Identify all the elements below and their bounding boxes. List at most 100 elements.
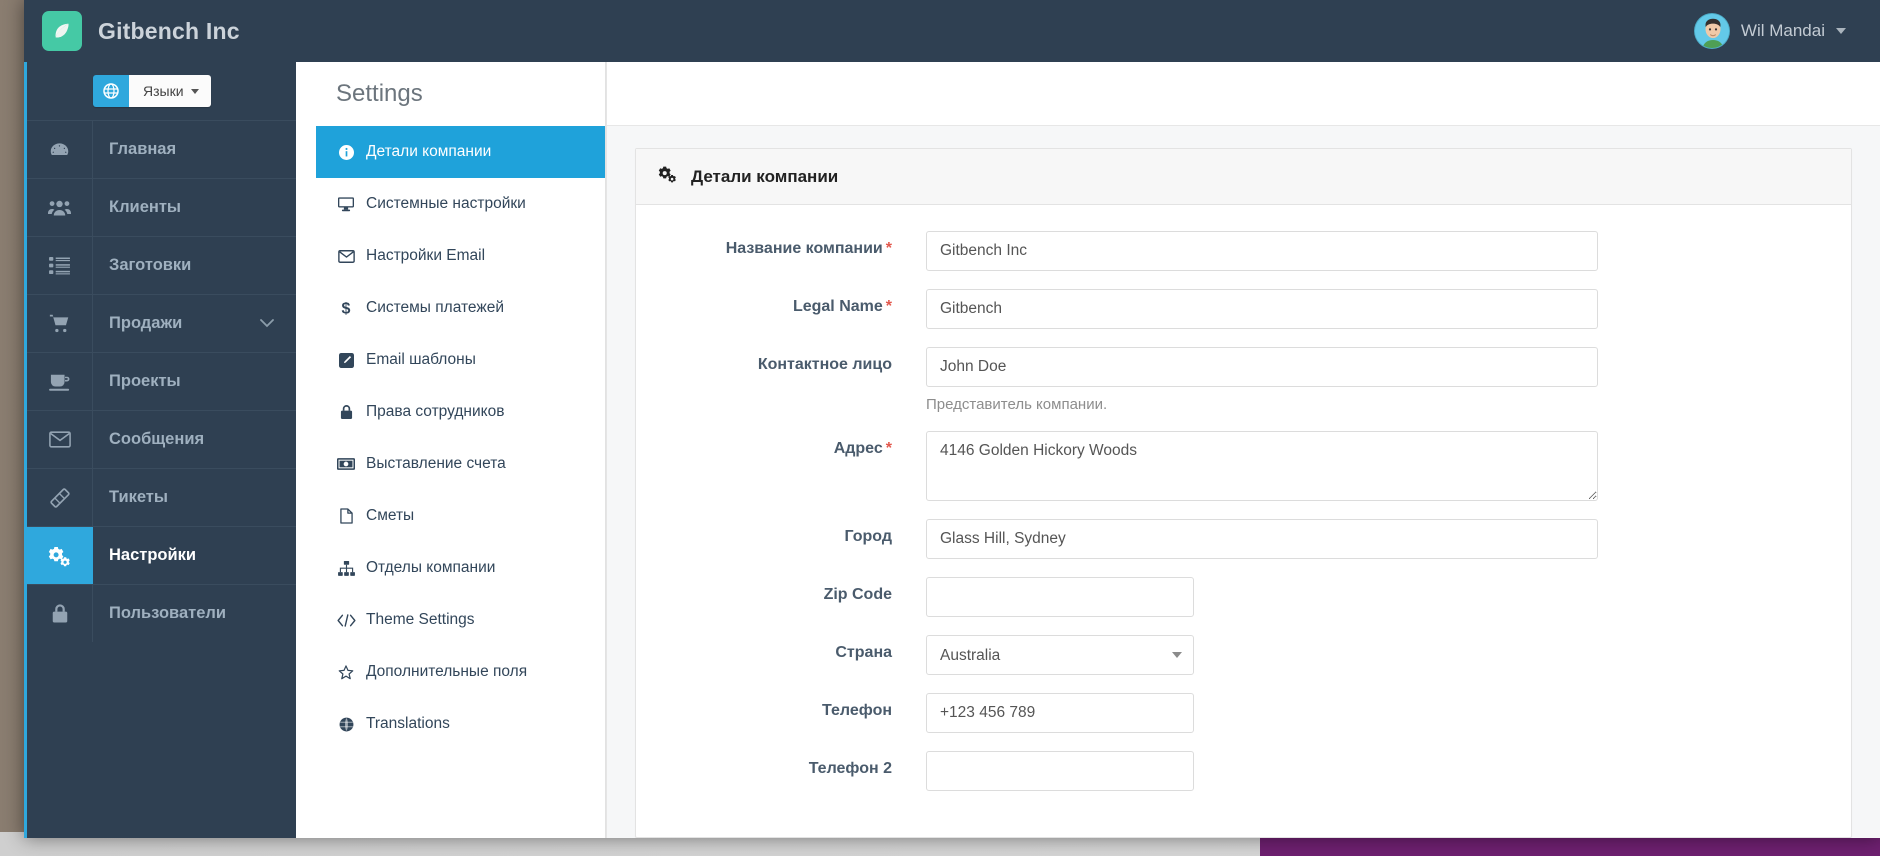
required-marker: * (885, 240, 892, 257)
field-label-text: Legal Name (792, 298, 883, 315)
field-control (926, 693, 1851, 733)
sidebar-item-label: Клиенты (109, 198, 182, 216)
form-row-phone-2: Телефон 2 (636, 751, 1851, 791)
submenu-item-label: Theme Settings (366, 611, 475, 628)
top-bar: Gitbench Inc Wil Mandai (24, 0, 1880, 62)
submenu-item-email-templates[interactable]: Email шаблоны (316, 334, 605, 386)
submenu-item-invoicing[interactable]: Выставление счета (316, 438, 605, 490)
field-label: Контактное лицо (636, 347, 926, 374)
field-control: Australia (926, 635, 1851, 675)
sidebar-item-label: Проекты (109, 372, 181, 390)
company-name-input[interactable] (926, 231, 1598, 271)
submenu-item-email-settings[interactable]: Настройки Email (316, 230, 605, 282)
submenu-item-label: Детали компании (366, 143, 492, 160)
submenu-item-payment-gateways[interactable]: $ Системы платежей (316, 282, 605, 334)
submenu-item-label: Translations (366, 715, 450, 732)
submenu-item-company-details[interactable]: Детали компании (316, 126, 605, 178)
globe-icon (93, 75, 129, 107)
submenu-item-custom-fields[interactable]: Дополнительные поля (316, 646, 605, 698)
sidebar-item-nastroyki[interactable]: Настройки (27, 526, 296, 584)
gears-icon (27, 527, 93, 584)
cart-icon (27, 295, 93, 352)
field-label: Страна (636, 635, 926, 662)
submenu-item-label: Сметы (366, 507, 415, 524)
sidebar-item-label: Тикеты (109, 488, 168, 506)
money-icon (336, 458, 356, 470)
field-label: Телефон (636, 693, 926, 720)
language-button[interactable]: Языки (93, 75, 211, 107)
sitemap-icon (336, 560, 356, 576)
field-label: Город (636, 519, 926, 546)
sidebar-item-zagotovki[interactable]: Заготовки (27, 236, 296, 294)
gears-icon (658, 165, 677, 188)
submenu-title: Settings (336, 80, 423, 107)
sidebar-item-label: Пользователи (109, 604, 227, 622)
submenu-item-estimates[interactable]: Сметы (316, 490, 605, 542)
sidebar-item-label: Продажи (109, 314, 183, 332)
sidebar-item-label: Заготовки (109, 256, 192, 274)
form-row-address: Адрес * 4146 Golden Hickory Woods (636, 431, 1851, 501)
language-selector-row: Языки (27, 62, 296, 120)
phone-2-input[interactable] (926, 751, 1194, 791)
field-control: 4146 Golden Hickory Woods (926, 431, 1851, 501)
svg-text:$: $ (342, 300, 351, 317)
legal-name-input[interactable] (926, 289, 1598, 329)
field-label-text: Контактное лицо (757, 356, 892, 373)
country-select-wrap: Australia (926, 635, 1194, 675)
sidebar-item-prodazhi[interactable]: Продажи (27, 294, 296, 352)
chevron-down-icon (260, 295, 296, 352)
language-button-label-wrap: Языки (129, 75, 211, 107)
sidebar-item-tikety[interactable]: Тикеты (27, 468, 296, 526)
user-menu[interactable]: Wil Mandai (1693, 13, 1880, 49)
address-textarea[interactable]: 4146 Golden Hickory Woods (926, 431, 1598, 501)
field-control (926, 231, 1851, 271)
form-row-zip-code: Zip Code (636, 577, 1851, 617)
sidebar-item-klienty[interactable]: Клиенты (27, 178, 296, 236)
card-title: Детали компании (691, 166, 839, 186)
ticket-icon (27, 469, 93, 526)
coffee-icon (27, 353, 93, 410)
lock-icon (27, 585, 93, 642)
submenu-item-label: Системные настройки (366, 195, 526, 212)
required-marker: * (885, 298, 892, 315)
brand-title: Gitbench Inc (98, 17, 240, 44)
city-input[interactable] (926, 519, 1598, 559)
contact-person-help-text: Представитель компании. (926, 396, 1108, 413)
field-label-text: Город (844, 528, 892, 545)
submenu-item-theme-settings[interactable]: Theme Settings (316, 594, 605, 646)
submenu-item-translations[interactable]: Translations (316, 698, 605, 750)
field-control (926, 519, 1851, 559)
submenu-item-label: Отделы компании (366, 559, 496, 576)
brand-block[interactable]: Gitbench Inc (24, 11, 296, 51)
sidebar-item-soobscheniya[interactable]: Сообщения (27, 410, 296, 468)
main-header-bar (607, 62, 1880, 126)
field-label: Телефон 2 (636, 751, 926, 778)
field-label-text: Телефон 2 (808, 760, 892, 777)
field-control: Представитель компании. (926, 347, 1851, 413)
envelope-icon (27, 411, 93, 468)
settings-submenu: Settings Детали компании Системные настр… (316, 62, 606, 838)
app-window: Gitbench Inc Wil Mandai Языки Главная Кл… (24, 0, 1880, 838)
sidebar-item-glavnaya[interactable]: Главная (27, 120, 296, 178)
zip-code-input[interactable] (926, 577, 1194, 617)
submenu-item-system-settings[interactable]: Системные настройки (316, 178, 605, 230)
submenu-item-staff-permissions[interactable]: Права сотрудников (316, 386, 605, 438)
contact-person-input[interactable] (926, 347, 1598, 387)
star-icon (336, 664, 356, 680)
phone-input[interactable] (926, 693, 1194, 733)
dashboard-icon (27, 121, 93, 178)
field-label-text: Страна (835, 644, 892, 661)
submenu-item-departments[interactable]: Отделы компании (316, 542, 605, 594)
sidebar-item-polzovateli[interactable]: Пользователи (27, 584, 296, 642)
field-label: Название компании * (636, 231, 926, 258)
main-content: Детали компании Название компании* Legal… (606, 62, 1880, 838)
field-label-text: Адрес (833, 440, 883, 457)
pencil-square-icon (336, 352, 356, 368)
country-select[interactable]: Australia (926, 635, 1194, 675)
card-header: Детали компании (636, 149, 1851, 205)
field-control (926, 751, 1851, 791)
sidebar-item-proekty[interactable]: Проекты (27, 352, 296, 410)
submenu-item-label: Права сотрудников (366, 403, 505, 420)
user-name: Wil Mandai (1740, 21, 1825, 40)
field-label: Zip Code (636, 577, 926, 604)
